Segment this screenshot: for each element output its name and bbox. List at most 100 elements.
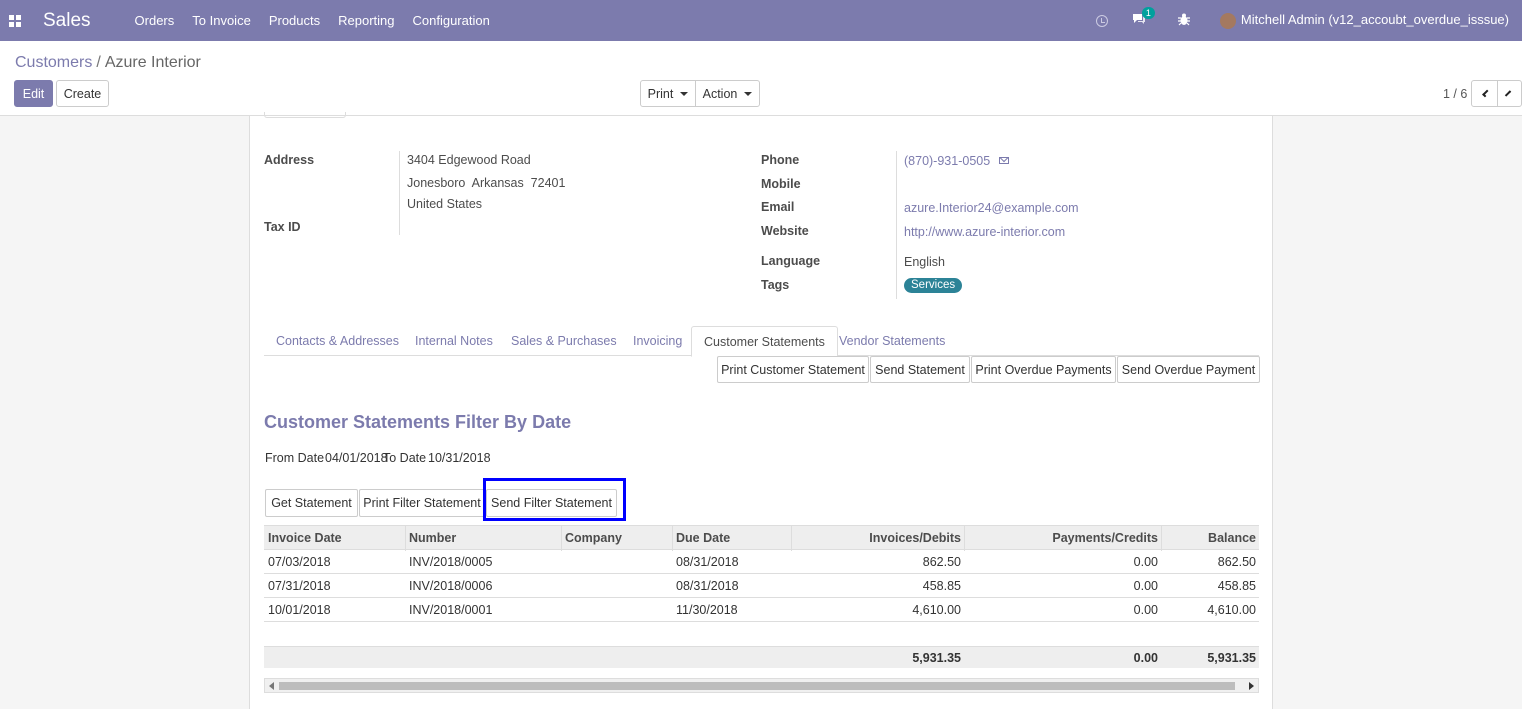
col-due-date[interactable]: Due Date <box>676 526 730 551</box>
phone-label: Phone <box>761 153 800 167</box>
avatar <box>1219 12 1236 29</box>
tags-label: Tags <box>761 278 790 292</box>
user-name: Mitchell Admin (v12_accoubt_overdue_isss… <box>1240 12 1509 28</box>
user-menu[interactable]: Mitchell Admin (v12_accoubt_overdue_isss… <box>1219 12 1522 29</box>
horizontal-scrollbar[interactable] <box>264 678 1259 693</box>
scroll-thumb[interactable] <box>279 682 1235 690</box>
website-label: Website <box>761 224 809 238</box>
cell-debit: 458.85 <box>922 579 961 593</box>
get-statement-button[interactable]: Get Statement <box>265 489 358 517</box>
table-row[interactable]: 07/03/2018 INV/2018/0005 08/31/2018 862.… <box>264 550 1259 574</box>
to-date-label: To Date <box>383 451 427 465</box>
address-label: Address <box>264 153 315 167</box>
chevron-left-icon <box>1482 89 1490 98</box>
tab-contacts-addresses[interactable]: Contacts & Addresses <box>264 326 411 356</box>
cell-debit: 862.50 <box>922 555 961 569</box>
cell-number: INV/2018/0006 <box>409 579 493 593</box>
sms-envelope-icon[interactable] <box>999 157 1010 164</box>
col-company[interactable]: Company <box>565 526 622 551</box>
website-value[interactable]: http://www.azure-interior.com <box>904 225 1065 239</box>
tag-badge-services[interactable]: Services <box>904 278 963 293</box>
cell-credit: 0.00 <box>1133 579 1158 593</box>
caret-down-icon <box>680 91 689 96</box>
col-balance[interactable]: Balance <box>1165 526 1256 551</box>
cell-number: INV/2018/0001 <box>409 603 493 617</box>
messages-icon[interactable]: 1 <box>1132 7 1155 28</box>
cell-due-date: 11/30/2018 <box>676 603 738 617</box>
top-navbar: Sales Orders To Invoice Products Reporti… <box>0 0 1522 41</box>
tab-internal-notes[interactable]: Internal Notes <box>403 326 505 356</box>
print-customer-statement-button[interactable]: Print Customer Statement <box>717 356 869 383</box>
total-debit: 5,931.35 <box>912 651 961 665</box>
create-button[interactable]: Create <box>56 80 109 107</box>
field-divider <box>896 151 897 299</box>
action-dropdown-button[interactable]: Action <box>695 80 760 107</box>
print-dropdown-button[interactable]: Print <box>640 80 696 107</box>
send-filter-statement-button[interactable]: Send Filter Statement <box>486 489 617 517</box>
menu-products[interactable]: Products <box>269 13 320 28</box>
phone-value[interactable]: (870)-931-0505 <box>904 154 1010 168</box>
total-credit: 0.00 <box>1133 651 1158 665</box>
control-panel: Customers / Azure Interior Edit Create Pri… <box>0 41 1522 116</box>
breadcrumb-separator: / <box>96 54 101 71</box>
breadcrumb: Customers / Azure Interior <box>15 54 201 72</box>
print-label: Print <box>647 86 674 101</box>
street-value: 3404 Edgewood Road <box>407 153 531 167</box>
col-invoice-date[interactable]: Invoice Date <box>268 526 342 551</box>
breadcrumb-customers[interactable]: Customers <box>15 54 92 71</box>
app-title: Sales <box>43 9 91 31</box>
from-date-value[interactable]: 04/01/2018 <box>325 451 388 465</box>
language-label: Language <box>761 254 821 268</box>
cell-invoice-date: 07/03/2018 <box>268 555 331 569</box>
col-invoices-debits[interactable]: Invoices/Debits <box>795 526 961 551</box>
mobile-label: Mobile <box>761 177 801 191</box>
city-state-zip-value: Jonesboro Arkansas 72401 <box>407 176 566 190</box>
form-sheet: Address 3404 Edgewood Road Jonesboro Ark… <box>249 112 1273 709</box>
breadcrumb-current: Azure Interior <box>104 54 201 71</box>
from-date-label: From Date <box>265 451 325 465</box>
button-box-stub <box>264 112 346 118</box>
tab-invoicing[interactable]: Invoicing <box>621 326 694 356</box>
tab-vendor-statements[interactable]: Vendor Statements <box>827 326 957 356</box>
pager-value[interactable]: 1 / 6 <box>1443 87 1467 101</box>
send-overdue-payment-button[interactable]: Send Overdue Payment <box>1117 356 1260 383</box>
apps-menu-icon[interactable] <box>0 0 30 41</box>
print-overdue-payments-button[interactable]: Print Overdue Payments <box>971 356 1116 383</box>
menu-configuration[interactable]: Configuration <box>413 13 490 28</box>
cell-debit: 4,610.00 <box>912 603 961 617</box>
cell-credit: 0.00 <box>1133 603 1158 617</box>
print-filter-statement-button[interactable]: Print Filter Statement <box>359 489 485 517</box>
action-label: Action <box>702 86 738 101</box>
tab-sales-purchases[interactable]: Sales & Purchases <box>499 326 629 356</box>
cell-balance: 458.85 <box>1217 579 1256 593</box>
tab-customer-statements[interactable]: Customer Statements <box>691 326 838 357</box>
to-date-value[interactable]: 10/31/2018 <box>428 451 491 465</box>
chevron-right-icon <box>1504 90 1512 97</box>
menu-reporting[interactable]: Reporting <box>338 13 394 28</box>
debug-bug-icon[interactable] <box>1177 13 1190 29</box>
pager-next-button[interactable] <box>1497 80 1522 107</box>
messages-count-badge: 1 <box>1141 7 1155 19</box>
notebook-tabs: Contacts & Addresses Internal Notes Sale… <box>264 326 1259 357</box>
col-number[interactable]: Number <box>409 526 456 551</box>
email-value[interactable]: azure.Interior24@example.com <box>904 201 1079 215</box>
field-divider <box>399 151 400 235</box>
cell-due-date: 08/31/2018 <box>676 555 739 569</box>
cell-balance: 4,610.00 <box>1207 603 1256 617</box>
total-balance: 5,931.35 <box>1207 651 1256 665</box>
phone-number[interactable]: (870)-931-0505 <box>904 154 990 168</box>
menu-to-invoice[interactable]: To Invoice <box>192 13 251 28</box>
table-row[interactable]: 07/31/2018 INV/2018/0006 08/31/2018 458.… <box>264 574 1259 598</box>
section-title: Customer Statements Filter By Date <box>264 412 572 432</box>
menu-orders[interactable]: Orders <box>135 13 175 28</box>
pager-previous-button[interactable] <box>1471 80 1498 107</box>
edit-button[interactable]: Edit <box>14 80 53 107</box>
activity-clock-icon[interactable] <box>1095 14 1108 27</box>
send-statement-button[interactable]: Send Statement <box>870 356 970 383</box>
col-payments-credits[interactable]: Payments/Credits <box>968 526 1158 551</box>
scroll-right-arrow-icon[interactable] <box>1249 682 1254 690</box>
table-row[interactable]: 10/01/2018 INV/2018/0001 11/30/2018 4,61… <box>264 598 1259 622</box>
scroll-left-arrow-icon[interactable] <box>269 682 274 690</box>
email-label: Email <box>761 200 795 214</box>
cell-invoice-date: 10/01/2018 <box>268 603 331 617</box>
